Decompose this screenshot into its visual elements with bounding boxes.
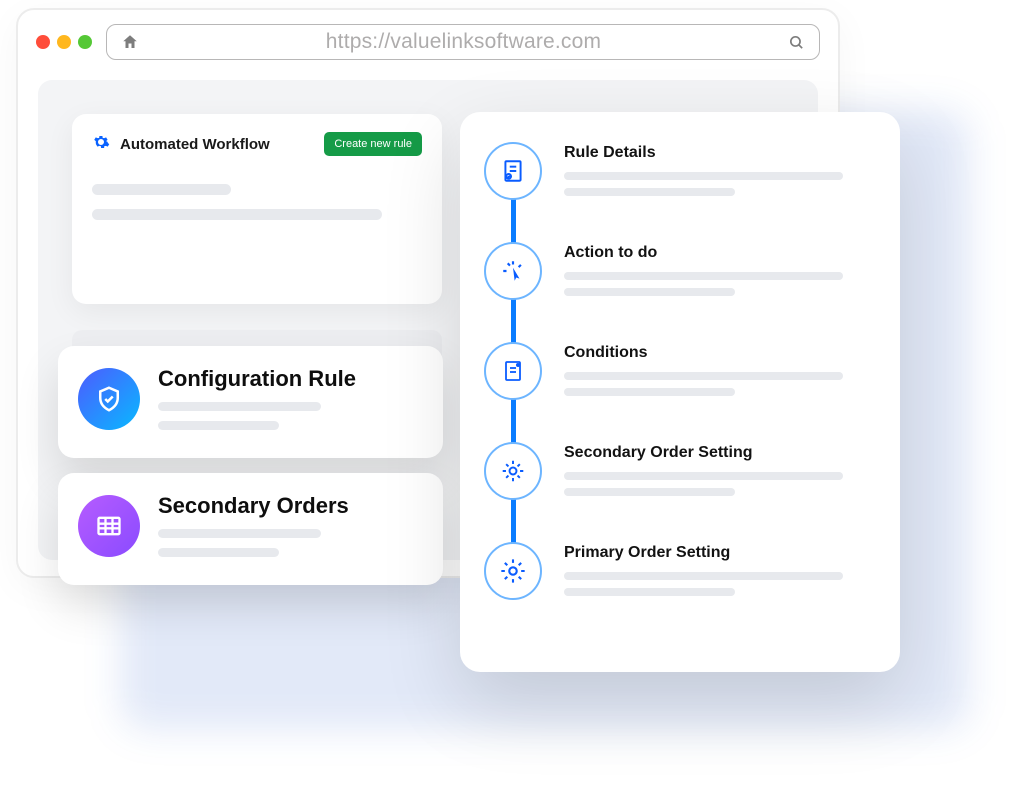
placeholder-line [564, 288, 735, 296]
cog-outline-icon [484, 542, 542, 600]
step-conditions[interactable]: Conditions [484, 342, 874, 404]
workflow-placeholder-lines [92, 184, 422, 220]
step-title: Primary Order Setting [564, 544, 874, 562]
step-secondary-order-setting[interactable]: Secondary Order Setting [484, 442, 874, 504]
rule-steps-card: Rule Details Action to do Conditions [460, 112, 900, 672]
cog-icon [484, 442, 542, 500]
workflow-card: Automated Workflow Create new rule [72, 114, 442, 304]
placeholder-line [92, 209, 382, 220]
placeholder-line [564, 488, 735, 496]
pointer-click-icon [484, 242, 542, 300]
create-new-rule-button[interactable]: Create new rule [324, 132, 422, 156]
placeholder-line [158, 548, 279, 557]
step-rule-details[interactable]: Rule Details [484, 142, 874, 204]
shield-check-icon [78, 368, 140, 430]
placeholder-line [564, 572, 843, 580]
placeholder-line [158, 529, 321, 538]
url-text: https://valuelinksoftware.com [153, 30, 774, 54]
step-title: Secondary Order Setting [564, 444, 874, 462]
placeholder-line [564, 272, 843, 280]
home-icon[interactable] [121, 33, 139, 51]
secondary-orders-title: Secondary Orders [158, 493, 421, 519]
configuration-rule-card[interactable]: Configuration Rule [58, 346, 443, 458]
workflow-title: Automated Workflow [120, 136, 270, 153]
window-controls [36, 35, 92, 49]
steps-timeline: Rule Details Action to do Conditions [484, 142, 874, 604]
placeholder-line [564, 588, 735, 596]
secondary-orders-card[interactable]: Secondary Orders [58, 473, 443, 585]
configuration-rule-title: Configuration Rule [158, 366, 421, 392]
table-grid-icon [78, 495, 140, 557]
address-bar[interactable]: https://valuelinksoftware.com [106, 24, 820, 60]
document-check-icon [484, 142, 542, 200]
browser-titlebar: https://valuelinksoftware.com [18, 10, 838, 66]
step-action-to-do[interactable]: Action to do [484, 242, 874, 304]
placeholder-line [564, 188, 735, 196]
placeholder-line [92, 184, 231, 195]
step-title: Action to do [564, 244, 874, 262]
minimize-window-button[interactable] [57, 35, 71, 49]
step-primary-order-setting[interactable]: Primary Order Setting [484, 542, 874, 604]
close-window-button[interactable] [36, 35, 50, 49]
placeholder-line [158, 402, 321, 411]
maximize-window-button[interactable] [78, 35, 92, 49]
placeholder-line [564, 472, 843, 480]
search-icon[interactable] [788, 34, 805, 51]
document-settings-icon [484, 342, 542, 400]
placeholder-line [564, 388, 735, 396]
placeholder-line [564, 372, 843, 380]
gear-icon [92, 133, 110, 156]
step-title: Conditions [564, 344, 874, 362]
step-title: Rule Details [564, 144, 874, 162]
placeholder-line [564, 172, 843, 180]
placeholder-line [158, 421, 279, 430]
